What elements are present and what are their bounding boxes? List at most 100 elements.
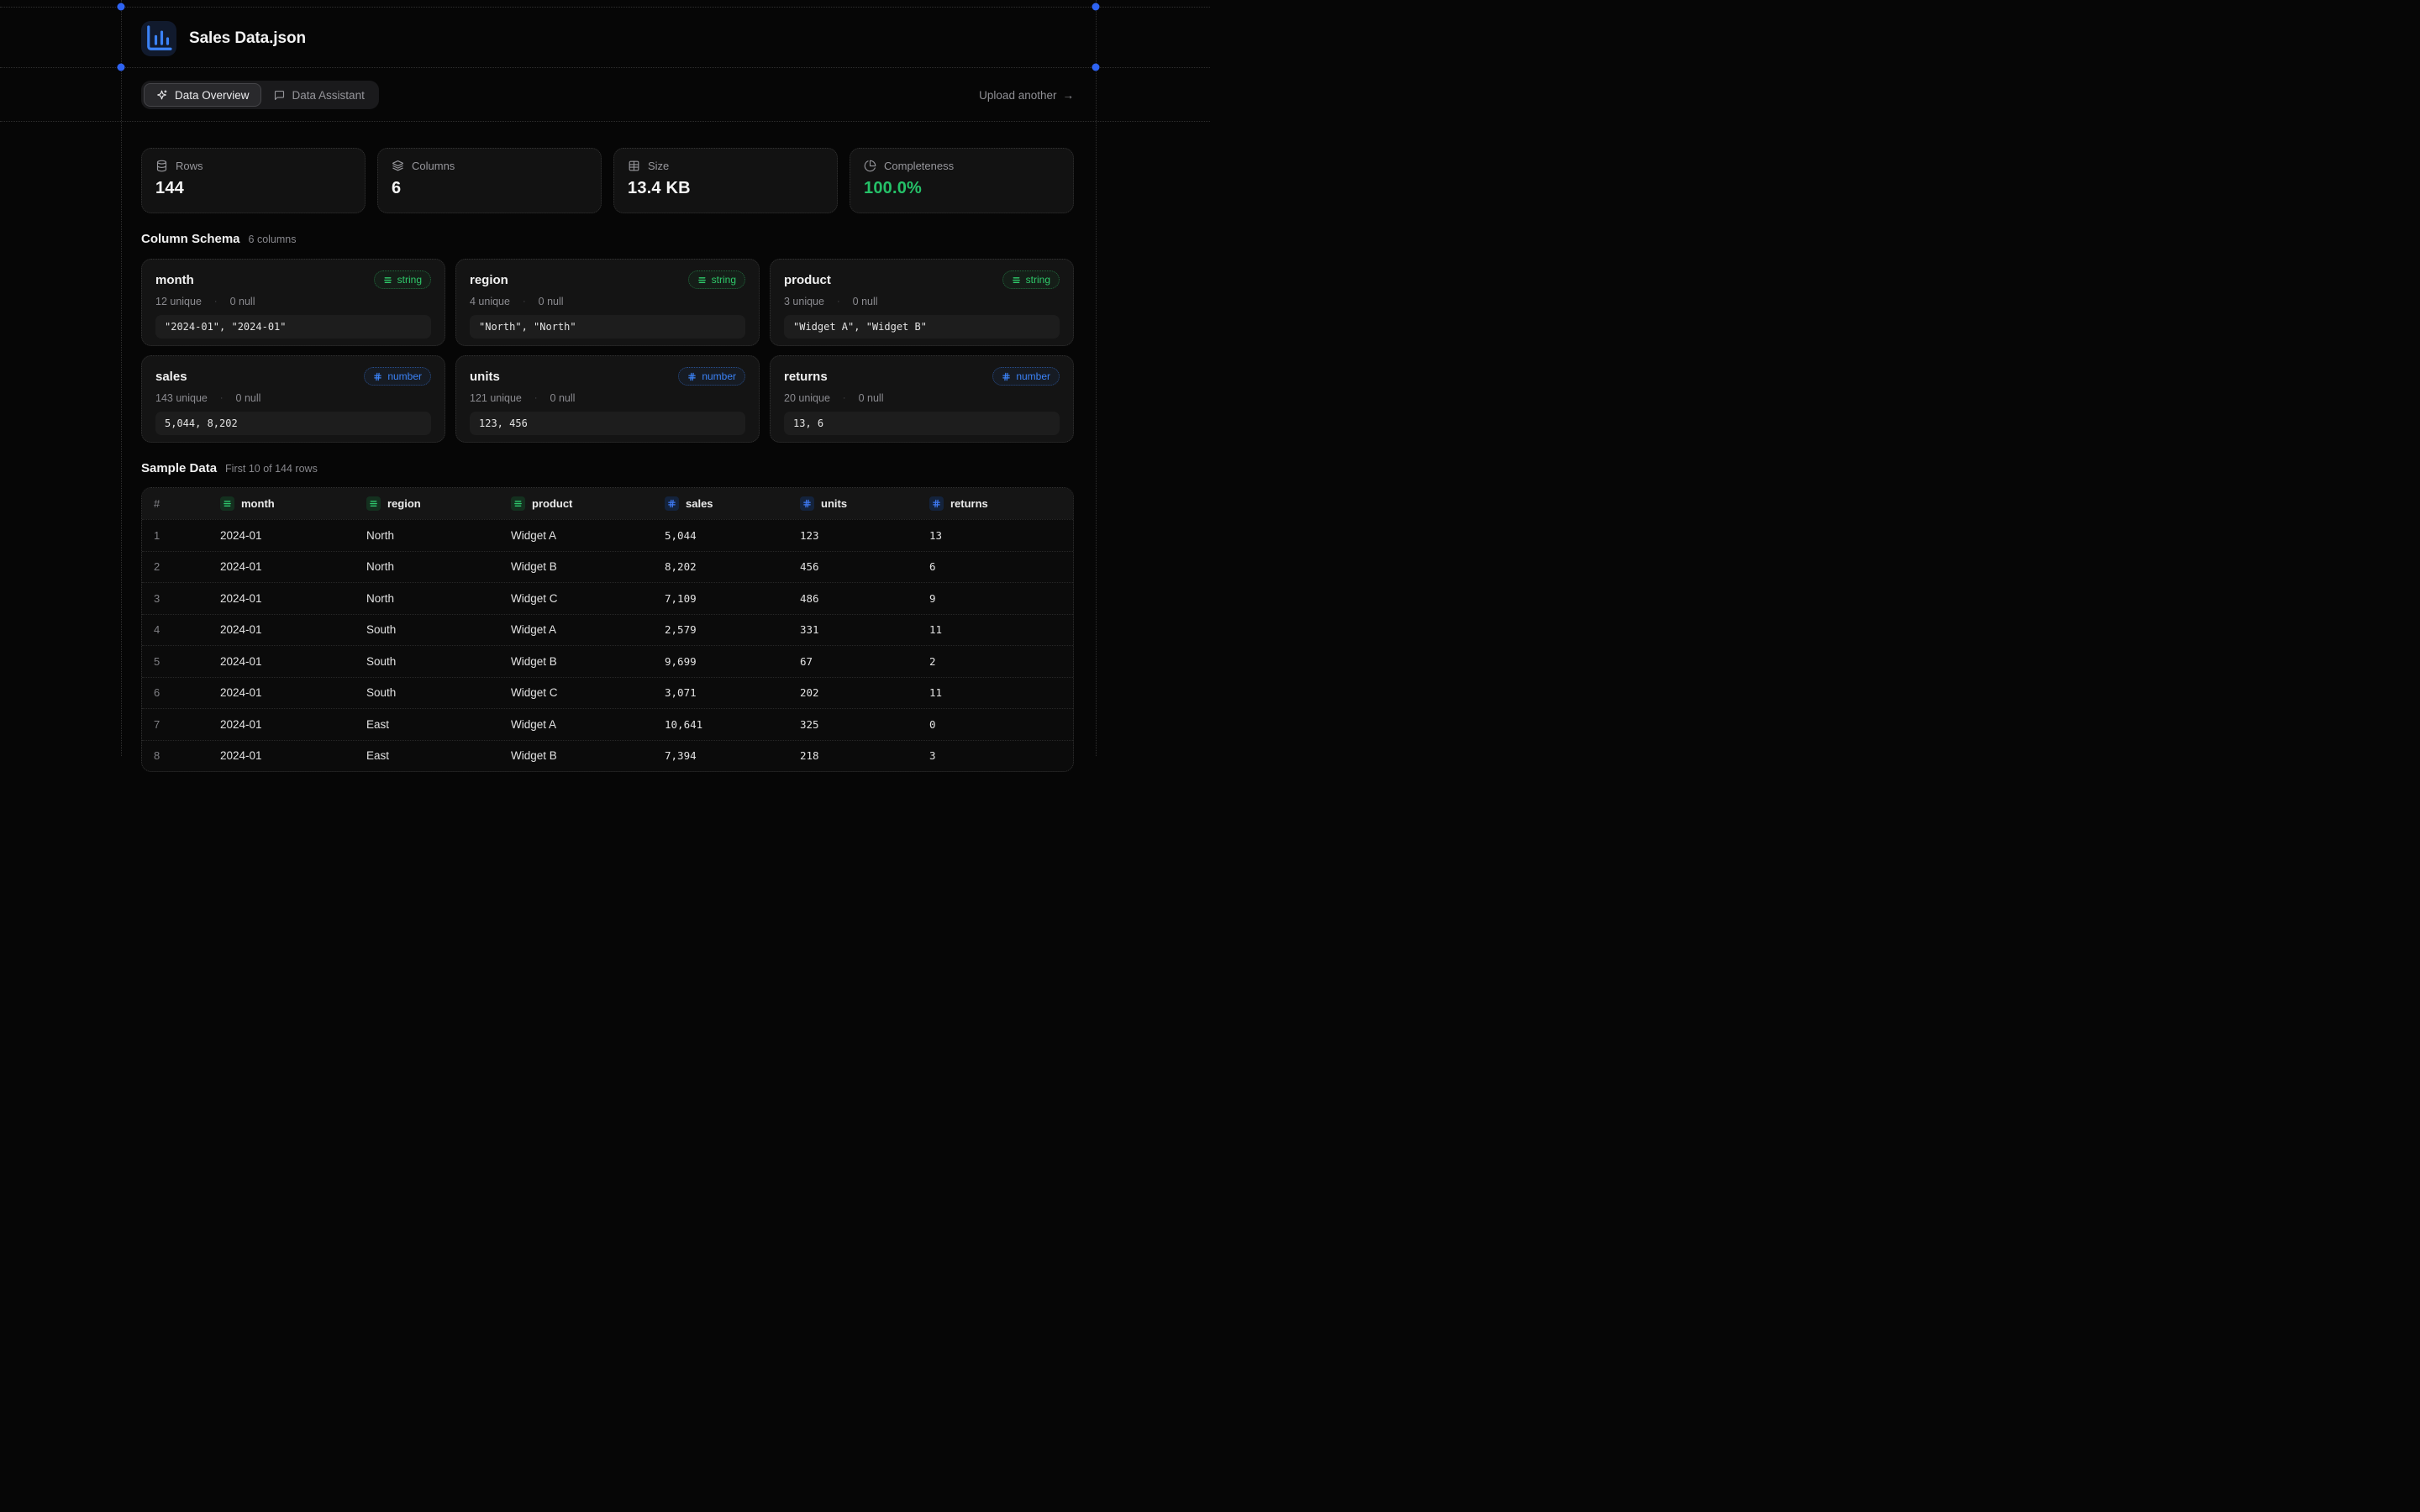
sample-values: 123, 456 <box>470 412 745 435</box>
tab-group: Data Overview Data Assistant <box>141 81 379 109</box>
cell-sales: 7,109 <box>653 592 788 605</box>
cell-product: Widget C <box>499 592 653 605</box>
table-icon <box>628 160 640 172</box>
cell-index: 2 <box>142 560 208 573</box>
type-badge: string <box>374 270 431 289</box>
column-name: units <box>470 370 500 384</box>
cell-returns: 9 <box>918 592 1073 605</box>
text-lines-icon <box>697 276 707 285</box>
frame-handle-bottom-right[interactable] <box>1092 64 1100 71</box>
sample-subtitle: First 10 of 144 rows <box>225 463 318 475</box>
null-count: 0 null <box>236 392 261 404</box>
cell-product: Widget A <box>499 529 653 542</box>
null-count: 0 null <box>550 392 576 404</box>
cell-sales: 2,579 <box>653 623 788 636</box>
column-header-label: product <box>532 497 572 510</box>
cell-region: South <box>355 655 499 668</box>
schema-grid: month string 12 unique · 0 null "2024-01… <box>141 259 1074 443</box>
type-label: string <box>712 274 736 286</box>
cell-region: North <box>355 560 499 573</box>
upload-another-link[interactable]: Upload another → <box>979 89 1074 102</box>
cell-sales: 7,394 <box>653 749 788 762</box>
unique-count: 4 unique <box>470 296 510 307</box>
cell-index: 7 <box>142 718 208 731</box>
column-header-sales: sales <box>653 496 788 511</box>
cell-returns: 13 <box>918 529 1073 542</box>
stat-label: Rows <box>176 160 203 172</box>
sample-title: Sample Data <box>141 461 217 475</box>
page-title: Sales Data.json <box>189 29 306 48</box>
cell-sales: 9,699 <box>653 655 788 668</box>
meta-separator: · <box>523 297 526 307</box>
cell-month: 2024-01 <box>208 686 355 699</box>
sample-section-head: Sample Data First 10 of 144 rows <box>141 461 1074 475</box>
table-row: 6 2024-01 South Widget C 3,071 202 11 <box>142 677 1073 709</box>
table-body: 1 2024-01 North Widget A 5,044 123 13 2 … <box>142 519 1073 771</box>
stat-label: Completeness <box>884 160 954 172</box>
stat-value: 144 <box>155 179 351 198</box>
cell-units: 325 <box>788 718 918 731</box>
column-header-units: units <box>788 496 918 511</box>
tab-label: Data Overview <box>175 89 250 102</box>
type-badge: string <box>1002 270 1060 289</box>
stat-card: Size 13.4 KB <box>613 148 838 213</box>
frame-handle-top-right[interactable] <box>1092 3 1100 11</box>
hash-icon <box>667 499 676 508</box>
column-header-month: month <box>208 496 355 511</box>
meta-separator: · <box>534 393 538 403</box>
cell-region: East <box>355 749 499 762</box>
cell-product: Widget B <box>499 560 653 573</box>
frame-handle-bottom-left[interactable] <box>118 64 125 71</box>
sample-values: 13, 6 <box>784 412 1060 435</box>
column-header-label: sales <box>686 497 713 510</box>
cell-units: 202 <box>788 686 918 699</box>
schema-card: region string 4 unique · 0 null "North",… <box>455 259 760 346</box>
cell-units: 331 <box>788 623 918 636</box>
type-label: number <box>387 370 422 382</box>
cell-returns: 6 <box>918 560 1073 573</box>
hash-icon <box>1002 372 1011 381</box>
cell-units: 67 <box>788 655 918 668</box>
cell-returns: 0 <box>918 718 1073 731</box>
cell-product: Widget B <box>499 655 653 668</box>
frame-handle-top-left[interactable] <box>118 3 125 11</box>
tab-data-assistant[interactable]: Data Assistant <box>261 83 376 107</box>
tab-data-overview[interactable]: Data Overview <box>144 83 261 107</box>
frame-line-left <box>121 0 122 756</box>
cell-sales: 10,641 <box>653 718 788 731</box>
meta-separator: · <box>214 297 218 307</box>
schema-card: units number 121 unique · 0 null 123, 45… <box>455 355 760 443</box>
column-header-region: region <box>355 496 499 511</box>
bar-chart-icon <box>141 21 176 56</box>
null-count: 0 null <box>230 296 255 307</box>
schema-section-head: Column Schema 6 columns <box>141 232 1074 246</box>
cell-month: 2024-01 <box>208 623 355 636</box>
column-header-product: product <box>499 496 653 511</box>
column-header-#: # <box>142 497 208 510</box>
hash-icon <box>932 499 941 508</box>
cell-region: East <box>355 718 499 731</box>
stat-card: Completeness 100.0% <box>850 148 1074 213</box>
chat-bubble-icon <box>273 89 286 102</box>
schema-card: sales number 143 unique · 0 null 5,044, … <box>141 355 445 443</box>
column-name: sales <box>155 370 187 384</box>
cell-region: South <box>355 686 499 699</box>
database-icon <box>155 160 168 172</box>
table-row: 3 2024-01 North Widget C 7,109 486 9 <box>142 582 1073 614</box>
hash-icon <box>687 372 697 381</box>
table-row: 5 2024-01 South Widget B 9,699 67 2 <box>142 645 1073 677</box>
unique-count: 20 unique <box>784 392 830 404</box>
stat-label: Columns <box>412 160 455 172</box>
text-lines-icon <box>369 499 378 508</box>
hash-icon <box>373 372 382 381</box>
column-header-label: returns <box>950 497 988 510</box>
type-badge: number <box>364 367 431 386</box>
column-name: returns <box>784 370 828 384</box>
stat-cards: Rows 144 Columns 6 Size 13.4 KB Complete… <box>141 148 1074 213</box>
unique-count: 12 unique <box>155 296 202 307</box>
cell-month: 2024-01 <box>208 560 355 573</box>
tab-label: Data Assistant <box>292 89 365 102</box>
sample-values: "Widget A", "Widget B" <box>784 315 1060 339</box>
column-name: product <box>784 273 831 287</box>
cell-units: 123 <box>788 529 918 542</box>
